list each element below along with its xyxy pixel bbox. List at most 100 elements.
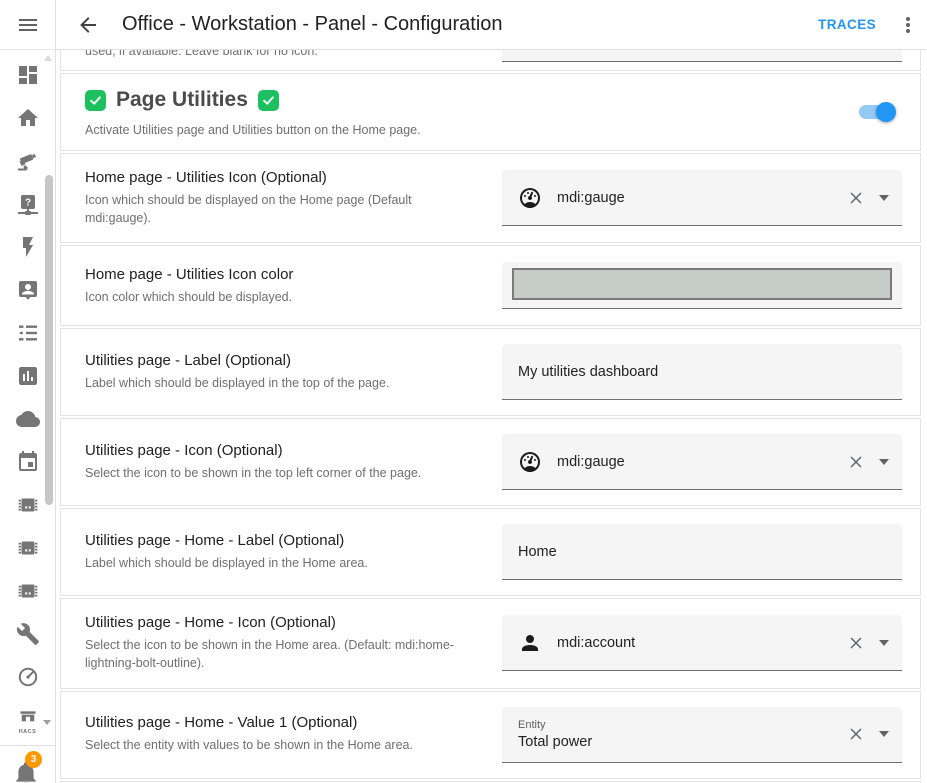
row-field	[502, 262, 902, 309]
row-label: Utilities page - Icon (Optional)	[85, 442, 479, 459]
sidebar-item-chip[interactable]	[16, 536, 40, 560]
color-picker-field[interactable]	[502, 262, 902, 309]
sidebar-item-wrench[interactable]	[16, 622, 40, 646]
sidebar-item-speedometer[interactable]	[16, 665, 40, 689]
notification-badge: 3	[25, 751, 42, 768]
row-description: Icon color which should be displayed.	[85, 288, 479, 306]
icon-picker-field[interactable]: mdi:gauge	[502, 170, 902, 226]
dropdown-caret-icon[interactable]	[879, 731, 889, 737]
dropdown-caret-icon[interactable]	[879, 195, 889, 201]
cctv-icon	[16, 149, 40, 173]
sidebar-item-network-question[interactable]: ?	[16, 192, 40, 216]
color-swatch[interactable]	[512, 268, 892, 300]
section-title-text: Page Utilities	[116, 88, 248, 112]
row-field: EntityTotal power	[502, 707, 902, 763]
config-row: Utilities page - Home - Icon (Optional) S…	[60, 598, 921, 688]
row-text: Utilities page - Home - Icon (Optional) S…	[85, 614, 491, 672]
clear-icon[interactable]	[846, 724, 866, 744]
row-description: Label which should be displayed in the t…	[85, 374, 479, 392]
network-question-icon: ?	[16, 192, 40, 216]
row-text: Home page - Utilities Icon color Icon col…	[85, 266, 491, 306]
sidebar-item-account-box[interactable]	[16, 278, 40, 302]
checkmark-emoji	[85, 90, 106, 111]
speedometer-icon	[16, 665, 40, 689]
utilities-toggle[interactable]	[859, 105, 893, 119]
row-label: Utilities page - Home - Icon (Optional)	[85, 614, 479, 631]
account-box-icon	[16, 278, 40, 302]
field-value: Home	[518, 544, 557, 560]
toggle-thumb	[876, 102, 896, 122]
row-label: Home page - Utilities Icon color	[85, 266, 479, 283]
row-label: Utilities page - Home - Label (Optional)	[85, 532, 479, 549]
sidebar-item-calendar[interactable]	[16, 450, 40, 474]
field-value: My utilities dashboard	[518, 364, 658, 380]
config-row: Home page - Utilities Icon (Optional) Ico…	[60, 153, 921, 243]
config-row: Utilities page - Icon (Optional) Select t…	[60, 418, 921, 506]
dashboard-icon	[16, 63, 40, 87]
wrench-icon	[16, 622, 40, 646]
chip-icon	[16, 536, 40, 560]
row-description: Select the icon to be shown in the top l…	[85, 464, 479, 482]
menu-icon	[16, 13, 40, 37]
row-description: used, if available. Leave blank for no i…	[85, 50, 318, 58]
field-value: Total power	[518, 734, 592, 750]
sidebar-item-chart-box[interactable]	[16, 364, 40, 388]
row-field: Home	[502, 524, 902, 580]
home-icon	[16, 106, 40, 130]
dropdown-caret-icon[interactable]	[879, 459, 889, 465]
row-text: Utilities page - Home - Value 1 (Optiona…	[85, 714, 491, 754]
text-field[interactable]: Home	[502, 524, 902, 580]
gauge-icon	[518, 186, 542, 210]
clear-icon[interactable]	[846, 452, 866, 472]
config-row: Utilities page - Home - Label (Optional)…	[60, 508, 921, 596]
text-field[interactable]	[502, 50, 902, 62]
config-row: Home page - Utilities Icon color Icon col…	[60, 245, 921, 326]
back-arrow-button[interactable]	[76, 13, 100, 37]
dropdown-caret-icon[interactable]	[879, 640, 889, 646]
config-panel: used, if available. Leave blank for no i…	[60, 50, 921, 783]
row-description: Select the entity with values to be show…	[85, 736, 479, 754]
app-window: ? HACS 3 Office - Workstation - Panel - C…	[0, 0, 927, 783]
cloud-icon	[16, 407, 40, 431]
sidebar-item-todo-list[interactable]	[16, 321, 40, 345]
todo-list-icon	[16, 321, 40, 345]
config-row-clipped: used, if available. Leave blank for no i…	[60, 50, 921, 71]
hacs-icon	[17, 708, 39, 728]
row-description: Icon which should be displayed on the Ho…	[85, 191, 479, 227]
sidebar-item-hacs[interactable]: HACS	[16, 708, 40, 738]
sidebar-item-cloud[interactable]	[16, 407, 40, 431]
row-label: Home page - Utilities Icon (Optional)	[85, 169, 479, 186]
row-field: mdi:account	[502, 615, 902, 671]
clear-icon[interactable]	[846, 188, 866, 208]
sidebar-menu-button[interactable]	[0, 0, 55, 50]
row-text: Utilities page - Home - Label (Optional)…	[85, 532, 491, 572]
app-header: Office - Workstation - Panel - Configura…	[56, 0, 927, 50]
sidebar-scrollbar[interactable]	[45, 175, 53, 505]
config-row: Utilities page - Home - Value 1 (Optiona…	[60, 691, 921, 779]
field-value: mdi:account	[557, 635, 635, 651]
sidebar-item-dashboard[interactable]	[16, 63, 40, 87]
sidebar-item-energy[interactable]	[16, 235, 40, 259]
entity-picker-field[interactable]: EntityTotal power	[502, 707, 902, 763]
row-text: Utilities page - Label (Optional) Label w…	[85, 352, 491, 392]
icon-picker-field[interactable]: mdi:gauge	[502, 434, 902, 490]
sidebar-scroll-up-arrow-icon[interactable]	[44, 55, 52, 61]
row-label: Utilities page - Label (Optional)	[85, 352, 479, 369]
sidebar-scroll-down-arrow-icon[interactable]	[43, 720, 51, 725]
sidebar-notifications-button[interactable]: 3	[0, 745, 55, 783]
traces-button[interactable]: TRACES	[818, 17, 876, 32]
field-value: mdi:gauge	[557, 190, 625, 206]
row-field: mdi:gauge	[502, 434, 902, 490]
clear-icon[interactable]	[846, 633, 866, 653]
hacs-label: HACS	[19, 729, 37, 735]
kebab-menu-icon[interactable]	[896, 13, 920, 37]
config-row: Utilities page - Label (Optional) Label w…	[60, 328, 921, 416]
row-field: mdi:gauge	[502, 170, 902, 226]
sidebar-item-home[interactable]	[16, 106, 40, 130]
row-description: Select the icon to be shown in the Home …	[85, 636, 479, 672]
sidebar-item-chip[interactable]	[16, 493, 40, 517]
sidebar-item-chip[interactable]	[16, 579, 40, 603]
text-field[interactable]: My utilities dashboard	[502, 344, 902, 400]
sidebar-item-cctv[interactable]	[16, 149, 40, 173]
icon-picker-field[interactable]: mdi:account	[502, 615, 902, 671]
